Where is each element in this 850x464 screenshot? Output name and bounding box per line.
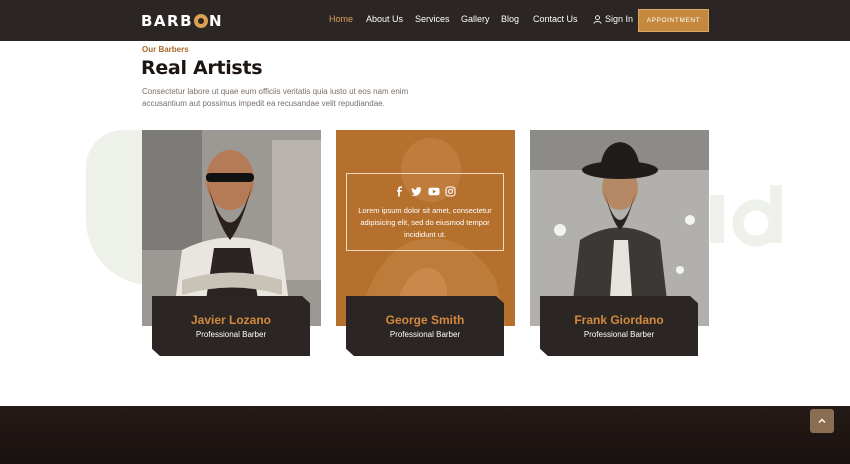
logo-text-right: N xyxy=(209,12,224,30)
appointment-button[interactable]: APPOINTMENT xyxy=(638,9,709,32)
barber-name-2[interactable]: George Smith xyxy=(346,313,504,327)
team-card-nameplate-1: Javier Lozano Professional Barber xyxy=(152,296,310,356)
social-icons xyxy=(347,184,503,197)
nav-about-us[interactable]: About Us xyxy=(366,14,403,24)
logo-badge-icon xyxy=(194,14,209,28)
back-to-top-button[interactable] xyxy=(810,409,834,433)
user-icon xyxy=(593,14,602,24)
page: BARB N Home About Us Services Gallery Bl… xyxy=(0,0,850,464)
logo[interactable]: BARB N xyxy=(141,11,223,31)
navbar: BARB N Home About Us Services Gallery Bl… xyxy=(0,0,850,41)
logo-text-left: BARB xyxy=(141,12,194,30)
youtube-icon[interactable] xyxy=(428,184,440,196)
barber-overlay-text: Lorem ipsum dolor sit amet, consectetur … xyxy=(358,206,492,239)
chevron-up-icon xyxy=(818,418,826,423)
barber-role-1: Professional Barber xyxy=(195,330,267,339)
section-title: Real Artists xyxy=(141,57,263,79)
instagram-icon[interactable] xyxy=(445,184,456,197)
sign-in-label: Sign In xyxy=(605,14,634,24)
twitter-icon[interactable] xyxy=(411,184,422,196)
section-eyebrow: Our Barbers xyxy=(142,45,189,54)
hover-overlay-box: Lorem ipsum dolor sit amet, consectetur … xyxy=(346,173,504,251)
facebook-icon[interactable] xyxy=(394,184,405,197)
barber-name-3[interactable]: Frank Giordano xyxy=(540,313,698,327)
barber-name-1[interactable]: Javier Lozano xyxy=(152,313,310,327)
barber-role-3: Professional Barber xyxy=(583,330,655,339)
nav-home[interactable]: Home xyxy=(329,14,353,24)
team-card-nameplate-3: Frank Giordano Professional Barber xyxy=(540,296,698,356)
barber-role-2: Professional Barber xyxy=(389,330,461,339)
nav-blog[interactable]: Blog xyxy=(501,14,519,24)
nav-contact-us[interactable]: Contact Us xyxy=(533,14,578,24)
sign-in-link[interactable]: Sign In xyxy=(593,14,633,24)
section-description: Consectetur labore ut quae eum officiis … xyxy=(142,87,409,108)
team-card-nameplate-2: George Smith Professional Barber xyxy=(346,296,504,356)
nav-gallery[interactable]: Gallery xyxy=(461,14,490,24)
nav-services[interactable]: Services xyxy=(415,14,450,24)
next-section-background xyxy=(0,406,850,464)
